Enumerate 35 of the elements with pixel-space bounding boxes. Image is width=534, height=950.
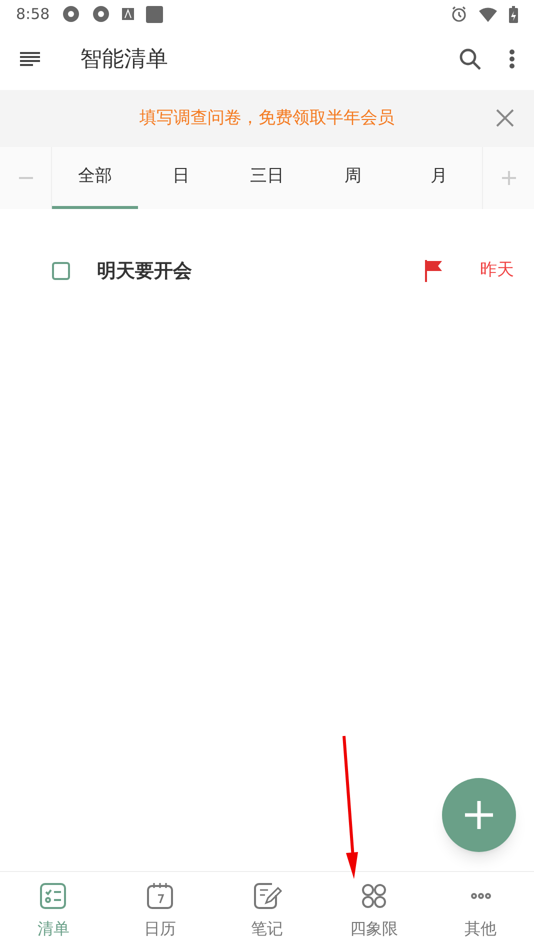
bottom-nav-tab[interactable]: 笔记 (214, 872, 320, 950)
square-icon (146, 6, 163, 22)
wifi-icon (479, 6, 497, 22)
filter-tab[interactable]: 周 (310, 147, 396, 209)
plus-icon (502, 171, 516, 185)
app-notification-icon (122, 8, 134, 20)
battery-icon (509, 6, 518, 22)
more-icon (470, 893, 491, 899)
checklist-icon (38, 881, 68, 911)
app-title: 智能清单 (80, 46, 168, 74)
menu-icon (20, 51, 40, 67)
filter-tab[interactable]: 三日 (224, 147, 310, 209)
survey-link[interactable]: 填写调查问卷，免费领取半年会员 (0, 106, 534, 132)
more-vertical-icon (509, 49, 515, 69)
filter-tab[interactable]: 月 (396, 147, 482, 209)
bottom-nav-tab[interactable]: 清单 (0, 872, 107, 950)
filter-tab[interactable]: 全部 (52, 147, 138, 209)
status-time: 8:58 (16, 4, 50, 25)
task-title: 明天要开会 (97, 258, 192, 284)
search-icon (458, 47, 482, 71)
note-edit-icon (252, 881, 282, 911)
due-date: 昨天 (480, 259, 514, 282)
task-checkbox[interactable] (52, 262, 70, 280)
close-button[interactable] (496, 109, 514, 127)
bottom-nav-tab[interactable]: 四象限 (320, 872, 428, 950)
aperture-icon (92, 5, 110, 23)
minus-icon (18, 177, 32, 179)
filter-tab[interactable]: 日 (138, 147, 224, 209)
close-icon (496, 109, 514, 127)
calendar-icon (145, 881, 176, 911)
aperture-icon (62, 5, 80, 23)
bottom-nav-tab[interactable]: 其他 (427, 872, 534, 950)
plus-icon (465, 801, 493, 829)
alarm-icon (451, 6, 467, 22)
bottom-nav-tab[interactable]: 日历 (106, 872, 214, 950)
